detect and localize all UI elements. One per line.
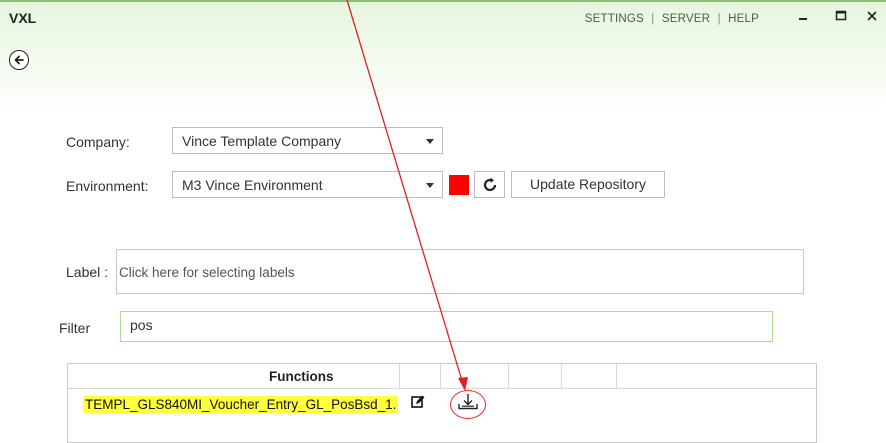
download-icon[interactable] bbox=[457, 393, 479, 411]
close-icon[interactable] bbox=[862, 9, 882, 27]
refresh-button[interactable] bbox=[474, 171, 505, 198]
column-divider bbox=[399, 364, 400, 388]
maximize-icon[interactable] bbox=[831, 9, 851, 27]
label-selector[interactable]: Click here for selecting labels bbox=[116, 249, 804, 294]
company-label: Company: bbox=[66, 134, 130, 150]
app-title: VXL bbox=[9, 10, 37, 26]
refresh-icon bbox=[483, 177, 496, 191]
company-select[interactable]: Vince Template Company bbox=[172, 127, 443, 154]
edit-icon[interactable] bbox=[411, 395, 425, 409]
server-link[interactable]: SERVER bbox=[662, 13, 710, 25]
function-row-name[interactable]: TEMPL_GLS840MI_Voucher_Entry_GL_PosBsd_1… bbox=[83, 396, 399, 413]
column-divider bbox=[508, 364, 509, 388]
top-menu: SETTINGS | SERVER | HELP bbox=[585, 13, 759, 25]
caret-down-icon bbox=[426, 139, 434, 144]
filter-input[interactable]: pos bbox=[120, 311, 773, 342]
column-divider bbox=[440, 364, 441, 388]
functions-column-header[interactable]: Functions bbox=[269, 369, 334, 384]
environment-select[interactable]: M3 Vince Environment bbox=[172, 171, 443, 198]
menu-separator: | bbox=[651, 13, 655, 25]
environment-value: M3 Vince Environment bbox=[182, 177, 323, 193]
filter-label: Filter bbox=[59, 320, 91, 336]
environment-label: Environment: bbox=[66, 178, 149, 194]
minimize-icon[interactable] bbox=[793, 9, 813, 27]
company-value: Vince Template Company bbox=[182, 133, 342, 149]
help-link[interactable]: HELP bbox=[728, 13, 759, 25]
top-accent-line bbox=[0, 0, 886, 2]
settings-link[interactable]: SETTINGS bbox=[585, 13, 644, 25]
column-divider bbox=[561, 364, 562, 388]
update-repository-button[interactable]: Update Repository bbox=[511, 171, 665, 198]
caret-down-icon bbox=[426, 183, 434, 188]
label-field-label: Label : bbox=[66, 264, 109, 280]
column-divider bbox=[616, 364, 617, 388]
environment-status-indicator bbox=[449, 175, 469, 195]
back-arrow-icon[interactable] bbox=[9, 50, 29, 70]
menu-separator: | bbox=[717, 13, 721, 25]
grid-header-divider bbox=[68, 388, 816, 389]
